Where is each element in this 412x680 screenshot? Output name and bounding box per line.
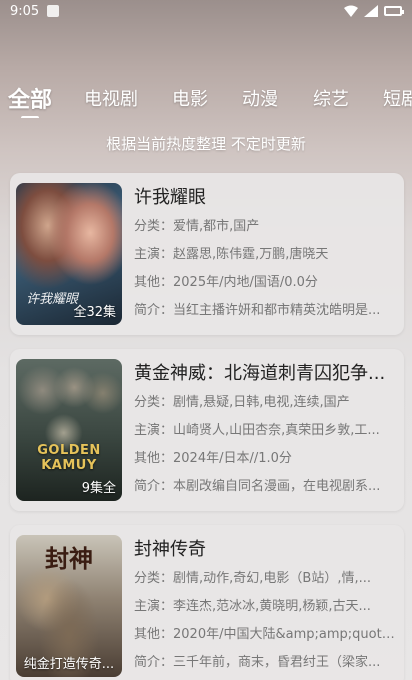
other-label: 其他： (134, 275, 174, 290)
intro-row: 简介：当红主播许妍和都市精英沈皓明是... (134, 297, 396, 325)
other-value: 2020年/中国大陆&amp;amp;quot;... (173, 627, 396, 642)
cast-label: 主演： (134, 599, 174, 614)
tab-label: 动漫 (242, 89, 278, 110)
intro-row: 简介：三千年前，商末，昏君纣王（梁家... (134, 649, 396, 677)
tab-movies[interactable]: 电影 (172, 85, 208, 111)
episode-badge: 9集全 (81, 481, 116, 496)
media-title: 封神传奇 (134, 539, 206, 560)
poster-tagline: 纯金打造传奇... (23, 657, 115, 672)
tab-short-drama[interactable]: 短剧 (383, 85, 412, 111)
category-label: 分类： (134, 571, 174, 586)
media-title: 许我耀眼 (134, 187, 206, 208)
category-label: 分类： (134, 395, 174, 410)
intro-value: 当红主播许妍和都市精英沈皓明是... (173, 303, 381, 318)
tab-label: 综艺 (313, 89, 349, 110)
cast-value: 赵露思,陈伟霆,万鹏,唐晓天 (173, 247, 329, 262)
category-tabs: 全部 电视剧 电影 动漫 综艺 短剧 (0, 78, 412, 118)
cast-row: 主演：赵露思,陈伟霆,万鹏,唐晓天 (134, 241, 396, 269)
category-row: 分类：爱情,都市,国产 (134, 213, 396, 241)
intro-row: 简介：本剧改编自同名漫画，在电视剧系... (134, 473, 396, 501)
other-value: 2024年/日本//1.0分 (173, 451, 292, 466)
wifi-icon (344, 5, 358, 17)
tab-label: 短剧 (383, 89, 412, 110)
status-bar: 9:05 (0, 0, 412, 22)
status-time: 9:05 (10, 3, 40, 19)
poster-title-art: 许我耀眼 (26, 292, 79, 307)
media-card[interactable]: 许我耀眼 全32集 许我耀眼 分类：爱情,都市,国产 主演：赵露思,陈伟霆,万鹏… (10, 173, 404, 335)
episode-badge: 全32集 (73, 305, 116, 320)
category-value: 剧情,悬疑,日韩,电视,连续,国产 (173, 395, 350, 410)
cast-row: 主演：山崎贤人,山田杏奈,真荣田乡敦,工... (134, 417, 396, 445)
poster-image[interactable]: GOLDEN KAMUY 9集全 (16, 359, 122, 501)
intro-value: 本剧改编自同名漫画，在电视剧系... (173, 479, 381, 494)
other-label: 其他： (134, 627, 174, 642)
active-tab-indicator (21, 116, 39, 118)
other-value: 2025年/内地/国语/0.0分 (173, 275, 318, 290)
intro-label: 简介： (134, 479, 174, 494)
signal-icon (364, 5, 378, 17)
media-title: 黄金神威：北海道刺青囚犯争... (134, 363, 386, 384)
other-row: 其他：2024年/日本//1.0分 (134, 445, 396, 473)
cast-value: 李连杰,范冰冰,黄晓明,杨颖,古天... (173, 599, 371, 614)
ranking-note: 根据当前热度整理 不定时更新 (106, 135, 306, 153)
tab-all[interactable]: 全部 (8, 82, 53, 118)
media-card[interactable]: 封神 纯金打造传奇... 封神传奇 分类：剧情,动作,奇幻,电影（B站）,情,.… (10, 525, 404, 680)
intro-label: 简介： (134, 655, 174, 670)
category-value: 爱情,都市,国产 (173, 219, 260, 234)
other-label: 其他： (134, 451, 174, 466)
category-label: 分类： (134, 219, 174, 234)
category-row: 分类：剧情,动作,奇幻,电影（B站）,情,... (134, 565, 396, 593)
notification-icon (47, 5, 60, 17)
intro-label: 简介： (134, 303, 174, 318)
poster-title-art: 封神 (45, 544, 93, 573)
intro-value: 三千年前，商末，昏君纣王（梁家... (173, 655, 381, 670)
category-row: 分类：剧情,悬疑,日韩,电视,连续,国产 (134, 389, 396, 417)
cast-row: 主演：李连杰,范冰冰,黄晓明,杨颖,古天... (134, 593, 396, 621)
tab-label: 全部 (8, 88, 53, 113)
cast-label: 主演： (134, 423, 174, 438)
tab-label: 电影 (172, 89, 208, 110)
other-row: 其他：2020年/中国大陆&amp;amp;quot;... (134, 621, 396, 649)
cast-value: 山崎贤人,山田杏奈,真荣田乡敦,工... (173, 423, 380, 438)
poster-image[interactable]: 封神 纯金打造传奇... (16, 535, 122, 677)
cast-label: 主演： (134, 247, 174, 262)
media-card[interactable]: GOLDEN KAMUY 9集全 黄金神威：北海道刺青囚犯争... 分类：剧情,… (10, 349, 404, 511)
battery-icon (384, 6, 404, 16)
tab-tv-series[interactable]: 电视剧 (84, 85, 138, 111)
category-value: 剧情,动作,奇幻,电影（B站）,情,... (173, 571, 371, 586)
tab-label: 电视剧 (84, 89, 138, 110)
tab-variety[interactable]: 综艺 (313, 85, 349, 111)
other-row: 其他：2025年/内地/国语/0.0分 (134, 269, 396, 297)
poster-image[interactable]: 许我耀眼 全32集 (16, 183, 122, 325)
tab-anime[interactable]: 动漫 (242, 85, 278, 111)
poster-title-art: GOLDEN KAMUY (37, 443, 101, 473)
